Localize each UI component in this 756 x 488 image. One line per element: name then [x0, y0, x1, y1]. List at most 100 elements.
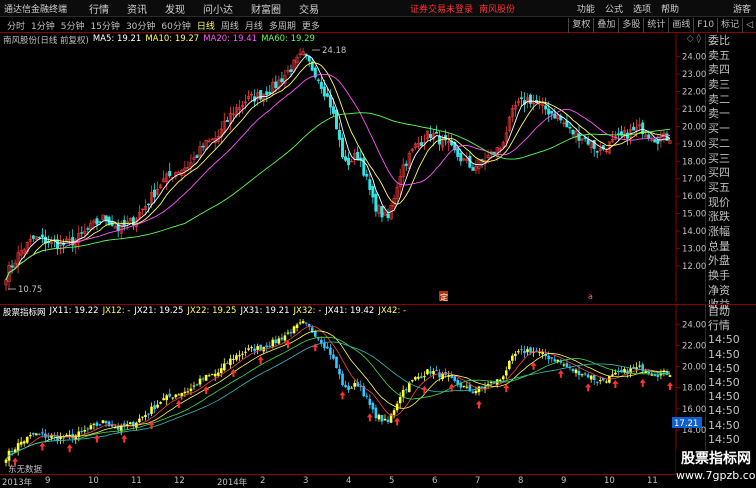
indicator-body [592, 375, 596, 380]
indicator-body [80, 430, 84, 432]
candle-body [568, 127, 572, 129]
mark-button[interactable]: 标记 [717, 18, 742, 33]
tab-timeshare[interactable]: 分时 [4, 19, 28, 32]
indicator-body [244, 351, 247, 353]
auto-label[interactable]: 自动 [707, 305, 756, 319]
indicator-body [562, 364, 566, 366]
indicator-title: 股票指标网 [3, 308, 46, 318]
restore-rights-button[interactable]: 复权 [568, 18, 593, 33]
candle-body [529, 94, 533, 104]
indicator-body [232, 358, 235, 360]
indicator-body [216, 372, 220, 376]
indicator-body [541, 352, 544, 354]
indicator-body [289, 332, 293, 334]
price-tick-label: 19.00 [682, 140, 706, 150]
menu-help[interactable]: 帮助 [656, 2, 684, 15]
indicator-body [611, 374, 614, 376]
buy-signal-arrow [257, 356, 264, 365]
candle-body [86, 228, 90, 230]
trade-login-status[interactable]: 证券交易未登录 [410, 5, 473, 15]
indicator-body [304, 322, 308, 324]
statistics-button[interactable]: 统计 [643, 18, 668, 33]
tick-time: 14:50 [708, 375, 740, 389]
indicator-body [347, 385, 350, 390]
app-title: 通达信金融终端 [4, 4, 68, 15]
menu-wealth[interactable]: 财富圈 [242, 1, 290, 16]
indicator-panel[interactable]: 24.00 22.00 20.00 18.00 16.00 14.00 17.21 东无数… [0, 304, 706, 475]
indicator-body [271, 339, 275, 347]
indicator-body [595, 381, 599, 383]
indicator-body [653, 374, 657, 377]
menu-formula[interactable]: 公式 [600, 2, 628, 15]
indicator-body [341, 373, 344, 386]
indicator-body [92, 423, 96, 425]
indicator-body [189, 388, 193, 391]
kline-chart[interactable]: 24.00 23.00 22.00 21.00 20.00 19.00 18.00 17.00… [0, 34, 706, 302]
price-tick-label: 23.00 [682, 70, 706, 80]
indicator-body [417, 376, 420, 379]
tab-weekly[interactable]: 周线 [218, 19, 242, 32]
tab-more[interactable]: 更多 [299, 19, 323, 32]
date-tick-label: 2013年 [2, 478, 33, 488]
tab-daily[interactable]: 日线 [194, 19, 218, 32]
overlay-button[interactable]: 叠加 [593, 18, 618, 33]
tab-1min[interactable]: 1分钟 [28, 19, 58, 32]
tab-30min[interactable]: 30分钟 [123, 19, 158, 32]
multi-stock-button[interactable]: 多股 [618, 18, 643, 33]
collapse-icon[interactable]: ◁ [742, 18, 756, 33]
tab-multi-period[interactable]: 多周期 [266, 19, 299, 32]
panel-toggle-icon[interactable]: ◇ ◊ [687, 34, 701, 44]
indicator-body [565, 363, 569, 367]
menu-trade[interactable]: 交易 [290, 1, 328, 16]
indicator-body [550, 357, 554, 359]
tab-5min[interactable]: 5分钟 [58, 19, 88, 32]
indicator-body [605, 381, 608, 383]
menu-options[interactable]: 选项 [628, 2, 656, 15]
indicator-body [489, 381, 493, 383]
top-menu-bar: 通达信金融终端 行情 资讯 发现 问小达 财富圈 交易 证券交易未登录 南风股份 … [0, 0, 756, 17]
candle-body [325, 93, 329, 97]
guest-label[interactable]: 游客 [728, 2, 756, 15]
jx11-value: JX11: 19.22 [49, 306, 99, 316]
market-label[interactable]: 行情 [707, 319, 756, 333]
quote-side-panel: 委比 卖五 卖四 卖三 卖二 卖一 买一 买二 买三 买四 买五 现价 涨跌 涨… [707, 34, 756, 311]
indicator-body [89, 425, 93, 430]
indicator-chart[interactable]: 24.0022.0020.0018.0016.0014.00 17.21 东无数… [0, 305, 706, 475]
tick-time: 14:50 [708, 333, 740, 347]
candle-body [40, 234, 44, 237]
menu-discover[interactable]: 发现 [156, 1, 194, 16]
indicator-tick-label: 24.00 [682, 320, 706, 330]
price-tick-label: 14.00 [682, 227, 706, 237]
tab-60min[interactable]: 60分钟 [158, 19, 193, 32]
candle-body [31, 235, 35, 239]
indicator-body [62, 437, 65, 439]
trade-ticks-panel: 自动 行情 14:50 14:50 14:50 14:50 14:50 14:5… [707, 304, 756, 449]
indicator-body [286, 332, 290, 334]
indicator-body [147, 413, 150, 415]
tab-15min[interactable]: 15分钟 [87, 19, 122, 32]
ma5-line [5, 55, 671, 280]
indicator-body [156, 404, 159, 408]
indicator-body [371, 402, 375, 410]
indicator-body [501, 376, 505, 380]
menu-news[interactable]: 资讯 [118, 1, 156, 16]
menu-ask[interactable]: 问小达 [194, 1, 242, 16]
kline-chart-panel[interactable]: 24.00 23.00 22.00 21.00 20.00 19.00 18.00 17.00… [0, 34, 706, 302]
ma10-value: MA10: 19.27 [145, 34, 200, 44]
side-label: 委比 [708, 34, 730, 47]
indicator-body [259, 344, 262, 351]
indicator-body [250, 347, 253, 349]
f10-button[interactable]: F10 [693, 18, 717, 33]
tab-monthly[interactable]: 月线 [242, 19, 266, 32]
indicator-body [504, 370, 508, 376]
draw-line-button[interactable]: 画线 [668, 18, 693, 33]
candle-body [632, 126, 636, 131]
menu-market[interactable]: 行情 [80, 1, 118, 16]
indicator-body [647, 371, 651, 374]
indicator-body [344, 384, 347, 388]
indicator-tick-label: 16.00 [682, 405, 706, 415]
price-tick-label: 21.00 [682, 105, 706, 115]
menu-function[interactable]: 功能 [572, 2, 600, 15]
indicator-body [332, 354, 335, 359]
period-tabs: 分时 1分钟 5分钟 15分钟 30分钟 60分钟 日线 周线 月线 多周期 更… [0, 19, 323, 32]
